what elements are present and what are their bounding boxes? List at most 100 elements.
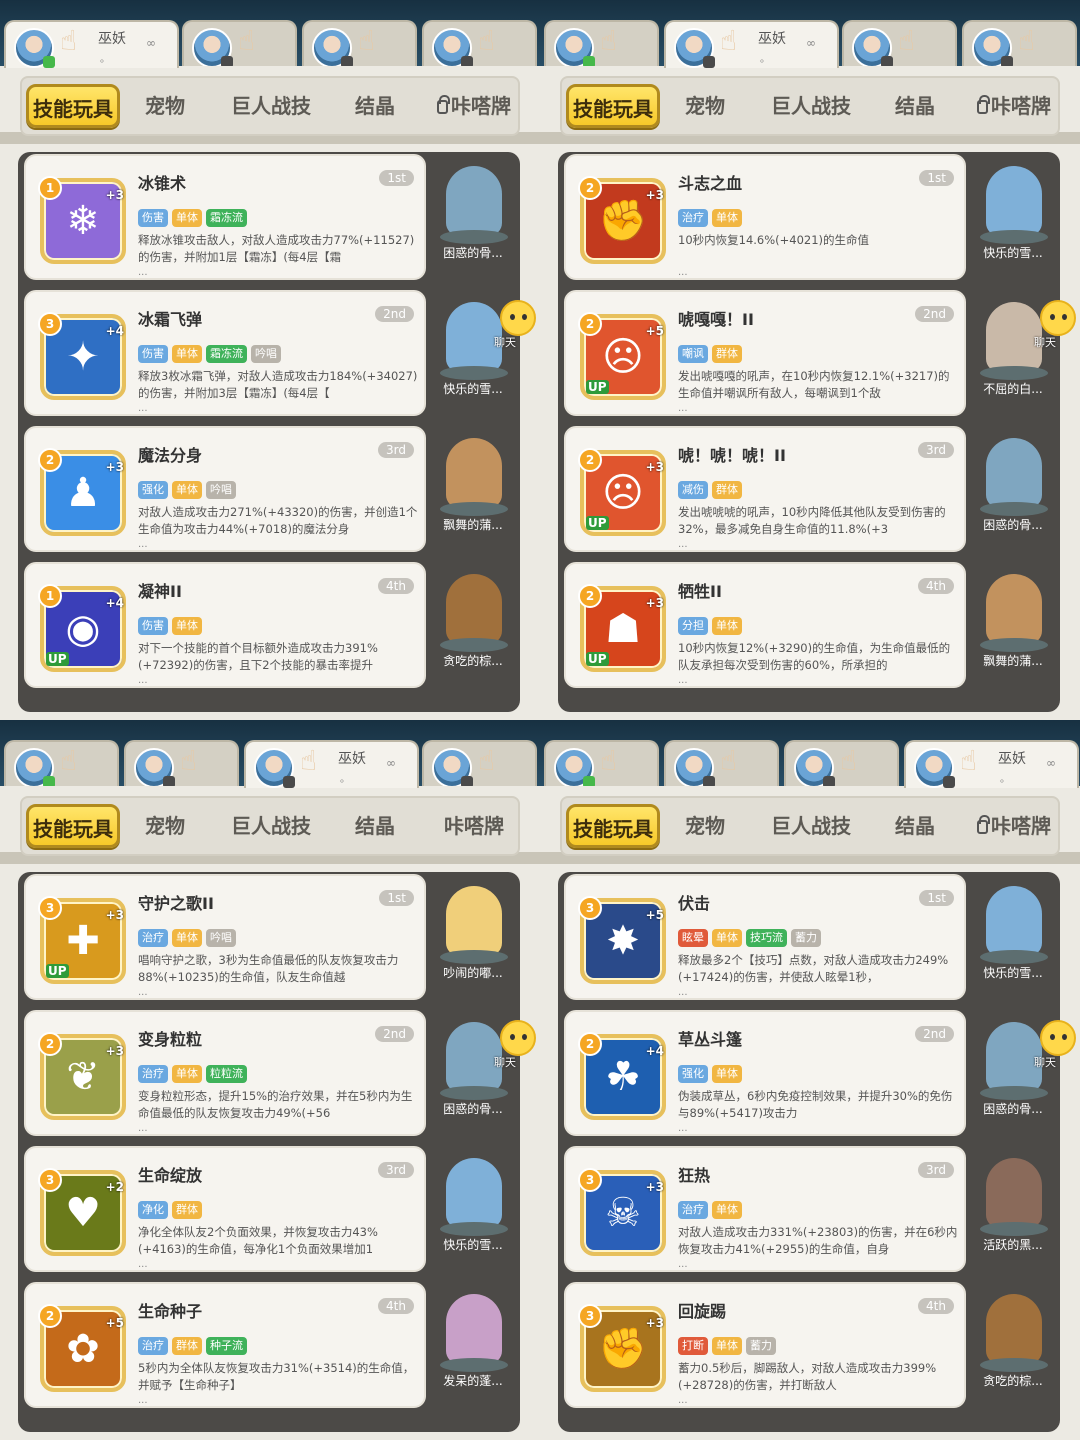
tab-click-cards[interactable]: 咔嗒牌 — [426, 804, 522, 848]
chat-emoji-icon[interactable] — [500, 1020, 536, 1056]
tab-skill-toys[interactable]: 技能玩具 — [26, 804, 120, 848]
skill-description: 释放最多2个【技巧】点数，对敌人造成攻击力249%(+17424)的伤害，并使敌… — [678, 953, 949, 984]
chat-label[interactable]: 聊天 — [1034, 334, 1056, 350]
tab-label: 技能玩具 — [573, 97, 653, 121]
tab-pets[interactable]: 宠物 — [662, 84, 748, 128]
pet-slot[interactable]: 贪吃的棕... — [432, 562, 514, 688]
tab-skill-toys[interactable]: 技能玩具 — [566, 84, 660, 128]
player-tab[interactable]: ☝ — [4, 740, 119, 788]
player-tab[interactable]: ☝ — [962, 20, 1077, 68]
skill-card[interactable]: ☗ 2 +3 UP 牺牲II 4th 分担 单体 10秒内恢复12%(+3290)的生命值，为生… — [564, 562, 966, 688]
chat-emoji-icon[interactable] — [500, 300, 536, 336]
tab-pets[interactable]: 宠物 — [122, 84, 208, 128]
pet-slot[interactable]: 快乐的雪... — [972, 154, 1054, 280]
skill-card[interactable]: ✚ 3 +3 UP 守护之歌II 1st 治疗 单体 吟唱 唱响守护之歌，3秒为生命值最低的队友恢… — [24, 874, 426, 1000]
chat-label[interactable]: 聊天 — [494, 1054, 516, 1070]
skill-list: ❄ 1 +3 冰锥术 1st 伤害 单体 霜冻流 释放冰锥攻击敌人，对敌人造成攻击力77%(+1… — [18, 152, 536, 712]
player-tab[interactable]: ☝ 巫妖 ∞ 。 — [244, 740, 419, 788]
pet-slot[interactable]: 贪吃的棕... — [972, 1282, 1054, 1408]
pet-slot[interactable]: 飘舞的蒲... — [972, 562, 1054, 688]
ellipsis: ... — [138, 1395, 148, 1406]
skill-card[interactable]: ◉ 1 +4 UP 凝神II 4th 伤害 单体 对下一个技能的首个目标额外造成攻击力391%(… — [24, 562, 426, 688]
skill-slot-rank: 1st — [919, 890, 954, 906]
pet-name: 困惑的骨... — [443, 246, 503, 260]
player-tab[interactable]: ☝ — [124, 740, 239, 788]
tab-pets[interactable]: 宠物 — [122, 804, 208, 848]
player-tab[interactable]: ☝ — [544, 740, 659, 788]
player-subtitle: 。 — [760, 54, 770, 65]
pet-figure — [440, 574, 508, 652]
pet-slot[interactable]: 活跃的黑... — [972, 1146, 1054, 1272]
chat-label[interactable]: 聊天 — [494, 334, 516, 350]
player-tab[interactable]: ☝ — [842, 20, 957, 68]
player-tab[interactable]: ☝ — [422, 20, 537, 68]
tab-giant-skills[interactable]: 巨人战技 — [212, 804, 330, 848]
player-tab[interactable]: ☝ — [664, 740, 779, 788]
skill-icon: ✿ 2 +5 — [38, 1304, 126, 1392]
tab-click-cards[interactable]: 咔嗒牌 — [426, 84, 522, 128]
skill-card[interactable]: ☠ 3 +3 狂热 3rd 治疗 单体 对敌人造成攻击力331%(+23803)的伤害，并在6… — [564, 1146, 966, 1272]
pet-name: 飘舞的蒲... — [983, 654, 1043, 668]
tab-crystals[interactable]: 结晶 — [872, 804, 958, 848]
tab-click-cards[interactable]: 咔嗒牌 — [966, 804, 1062, 848]
pet-slot[interactable]: 快乐的雪... — [972, 874, 1054, 1000]
skill-card[interactable]: ☹ 2 +5 UP 唬嘎嘎！II 2nd 嘲讽 群体 发出唬嘎嘎的吼声，在10秒内恢复12.1%… — [564, 290, 966, 416]
player-tab[interactable]: ☝ 巫妖 ∞ 。 — [904, 740, 1079, 788]
tab-label: 巨人战技 — [771, 94, 851, 118]
skill-name: 凝神II — [138, 582, 182, 601]
skill-card[interactable]: ♟ 2 +3 魔法分身 3rd 强化 单体 吟唱 对敌人造成攻击力271%(+43320)的伤害… — [24, 426, 426, 552]
player-tab[interactable]: ☝ — [422, 740, 537, 788]
player-tab[interactable]: ☝ — [544, 20, 659, 68]
ellipsis: ... — [138, 403, 148, 414]
skill-card[interactable]: ❄ 1 +3 冰锥术 1st 伤害 单体 霜冻流 释放冰锥攻击敌人，对敌人造成攻击力77%(+1… — [24, 154, 426, 280]
skill-card[interactable]: ☘ 2 +4 草丛斗篷 2nd 强化 单体 伪装成草丛，6秒内免疫控制效果，并提升30%的免伤… — [564, 1010, 966, 1136]
tab-crystals[interactable]: 结晶 — [872, 84, 958, 128]
player-tab[interactable]: ☝ 巫妖 ∞ 。 — [664, 20, 839, 68]
tab-giant-skills[interactable]: 巨人战技 — [212, 84, 330, 128]
skill-tags: 伤害 单体 霜冻流 吟唱 — [138, 342, 285, 363]
skill-name: 斗志之血 — [678, 174, 743, 193]
chat-emoji-icon[interactable] — [1040, 1020, 1076, 1056]
player-tab[interactable]: ☝ — [784, 740, 899, 788]
pet-slot[interactable]: 飘舞的蒲... — [432, 426, 514, 552]
skill-level-badge: 1 — [38, 176, 62, 200]
tab-click-cards[interactable]: 咔嗒牌 — [966, 84, 1062, 128]
skill-tag: 群体 — [172, 1337, 202, 1355]
skill-description: 释放冰锥攻击敌人，对敌人造成攻击力77%(+11527)的伤害，并附加1层【霜冻… — [138, 233, 415, 264]
skill-icon: ✸ 3 +5 — [578, 896, 666, 984]
tab-pets[interactable]: 宠物 — [662, 804, 748, 848]
skill-card[interactable]: ♥ 3 +2 生命绽放 3rd 净化 群体 净化全体队友2个负面效果，并恢复攻击力43%(+4… — [24, 1146, 426, 1272]
tab-crystals[interactable]: 结晶 — [332, 804, 418, 848]
pet-slot[interactable]: 发呆的蓬... — [432, 1282, 514, 1408]
tab-giant-skills[interactable]: 巨人战技 — [752, 84, 870, 128]
player-subtitle: 。 — [1000, 774, 1010, 785]
tab-skill-toys[interactable]: 技能玩具 — [26, 84, 120, 128]
skill-tag: 打断 — [678, 1337, 708, 1355]
pet-slot[interactable]: 快乐的雪... — [432, 1146, 514, 1272]
chat-emoji-icon[interactable] — [1040, 300, 1076, 336]
skill-card[interactable]: ✊ 2 +3 斗志之血 1st 治疗 单体 10秒内恢复14.6%(+4021)的生命值... — [564, 154, 966, 280]
tab-skill-toys[interactable]: 技能玩具 — [566, 804, 660, 848]
player-tab[interactable]: ☝ — [302, 20, 417, 68]
pet-slot[interactable]: 困惑的骨... — [972, 426, 1054, 552]
player-tab[interactable]: ☝ — [182, 20, 297, 68]
skill-icon: ☹ 2 +5 UP — [578, 312, 666, 400]
skill-card[interactable]: ❦ 2 +3 变身粒粒 2nd 治疗 单体 粒粒流 变身粒粒形态，提升15%的治疗效果，并在5秒… — [24, 1010, 426, 1136]
skill-slot-rank: 3rd — [378, 442, 414, 458]
chat-label[interactable]: 聊天 — [1034, 1054, 1056, 1070]
pet-slot[interactable]: 困惑的骨... — [432, 154, 514, 280]
skill-bonus: +5 — [105, 1316, 124, 1330]
skill-card[interactable]: ✦ 3 +4 冰霜飞弹 2nd 伤害 单体 霜冻流 吟唱 释放3枚冰霜飞弹，对敌人造成攻击力184… — [24, 290, 426, 416]
skill-card[interactable]: ✿ 2 +5 生命种子 4th 治疗 群体 种子流 5秒内为全体队友恢复攻击力31%(+3514… — [24, 1282, 426, 1408]
tap-hand-icon: ☝ — [60, 24, 78, 57]
pet-slot[interactable]: 吵闹的嘟... — [432, 874, 514, 1000]
player-tab[interactable]: ☝ 巫妖 ∞ 。 — [4, 20, 179, 68]
skill-card[interactable]: ☹ 2 +3 UP 唬！唬！唬！II 3rd 减伤 群体 发出唬唬唬的吼声，10秒内降低其他队友… — [564, 426, 966, 552]
skill-tags: 治疗 单体 — [678, 206, 746, 227]
tab-giant-skills[interactable]: 巨人战技 — [752, 804, 870, 848]
skill-card[interactable]: ✸ 3 +5 伏击 1st 眩晕 单体 技巧流 蓄力 释放最多2个【技巧】点数，对敌人造成攻击力2… — [564, 874, 966, 1000]
skill-list: ✊ 2 +3 斗志之血 1st 治疗 单体 10秒内恢复14.6%(+4021)的生命值...… — [558, 152, 1076, 712]
skill-slot-rank: 2nd — [375, 306, 414, 322]
skill-card[interactable]: ✊ 3 +3 回旋踢 4th 打断 单体 蓄力 蓄力0.5秒后，脚踢敌人，对敌人造成攻击力399… — [564, 1282, 966, 1408]
tab-crystals[interactable]: 结晶 — [332, 84, 418, 128]
